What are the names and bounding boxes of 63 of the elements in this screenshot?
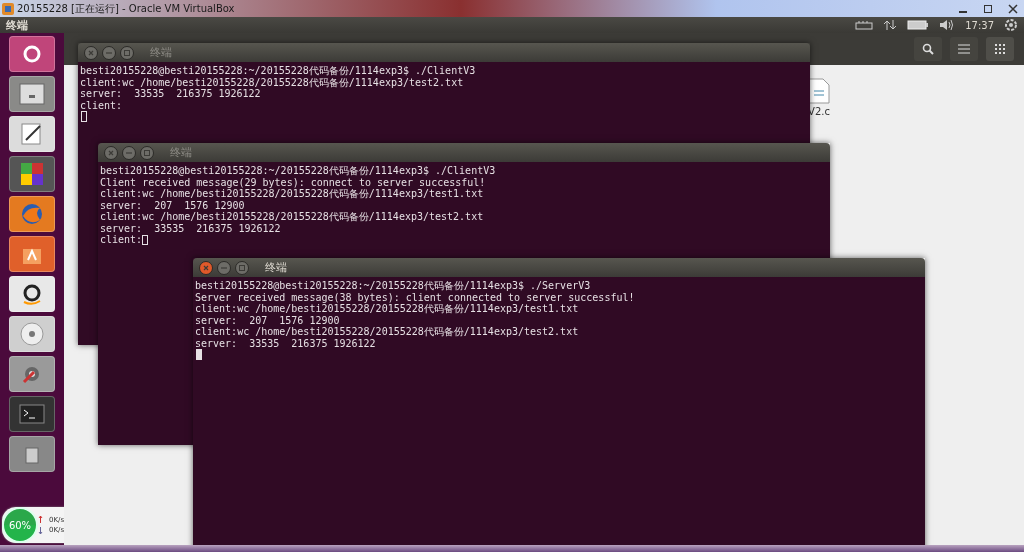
terminal-line: server: 33535 216375 1926122 bbox=[195, 337, 376, 349]
app-icon bbox=[2, 2, 14, 15]
up-down-arrows-icon bbox=[38, 515, 43, 535]
battery-icon[interactable] bbox=[907, 20, 930, 30]
text-editor-icon bbox=[20, 122, 44, 146]
terminal-line: server: 207 1576 12900 bbox=[195, 314, 340, 326]
terminal-line: client:wc /home/besti20155228/20155228代码备份/1114exp3/test2.txt bbox=[100, 211, 484, 223]
power-gear-icon[interactable] bbox=[1004, 18, 1018, 32]
maximize-icon bbox=[124, 49, 130, 56]
clock[interactable]: 17:37 bbox=[965, 19, 994, 31]
terminal-line: server: 33535 216375 1926122 bbox=[80, 88, 261, 100]
list-icon bbox=[958, 44, 970, 54]
app-name: 终端 bbox=[6, 17, 29, 33]
close-icon bbox=[108, 149, 114, 156]
volume-icon[interactable] bbox=[939, 19, 956, 31]
terminal-line: client:wc /home/besti20155228/20155228代码备份/1114exp3/test1.txt bbox=[100, 188, 484, 200]
window-title: 20155228 [正在运行] - Oracle VM VirtualBox bbox=[17, 1, 236, 16]
minimize-icon bbox=[106, 49, 112, 56]
terminal-line: client:wc /home/besti20155228/20155228代码备份/1114exp3/test2.txt bbox=[195, 326, 579, 338]
terminal-title: 终端 bbox=[170, 145, 192, 160]
network-icon[interactable] bbox=[883, 19, 898, 31]
list-view-button[interactable] bbox=[950, 37, 978, 61]
minimize-icon bbox=[958, 10, 968, 13]
browser-icon bbox=[20, 202, 44, 226]
file-icon[interactable] bbox=[808, 78, 830, 104]
terminal-icon bbox=[19, 404, 45, 424]
disc-icon bbox=[19, 321, 45, 347]
file-cabinet-icon bbox=[19, 83, 45, 105]
terminal-title: 终端 bbox=[265, 260, 287, 275]
close-button[interactable] bbox=[199, 260, 213, 275]
terminal-line: besti20155228@besti20155228:~/20155228代码备份/1114exp3$ ./ClientV3 bbox=[100, 165, 496, 177]
terminal-line: besti20155228@besti20155228:~/20155228代码备份/1114exp3$ ./ServerV3 bbox=[195, 280, 591, 292]
launcher-item[interactable] bbox=[9, 276, 55, 312]
terminal-line: client:wc /home/besti20155228/20155228代码备份/1114exp3/test2.txt bbox=[80, 76, 464, 88]
launcher-item[interactable] bbox=[9, 116, 55, 152]
terminal-line: client: bbox=[100, 234, 143, 246]
terminal-line: client:wc /home/besti20155228/20155228代码备份/1114exp3/test1.txt bbox=[195, 303, 579, 315]
ubuntu-logo-icon bbox=[21, 43, 43, 65]
search-icon bbox=[922, 43, 934, 55]
maximize-button[interactable] bbox=[140, 145, 154, 160]
terminal-line: besti20155228@besti20155228:~/20155228代码备份/1114exp3$ ./ClientV3 bbox=[80, 65, 476, 77]
close-icon bbox=[1008, 3, 1018, 14]
terminal-title: 终端 bbox=[150, 45, 172, 60]
terminal-line: Server received message(38 bytes): client connected to server successful! bbox=[195, 291, 635, 303]
maximize-button[interactable] bbox=[120, 45, 134, 60]
terminal-line: server: 207 1576 12900 bbox=[100, 199, 245, 211]
search-button[interactable] bbox=[914, 37, 942, 61]
restore-icon bbox=[983, 3, 993, 14]
terminal-line: client: bbox=[80, 99, 123, 111]
maximize-icon bbox=[239, 264, 245, 271]
close-icon bbox=[203, 264, 209, 271]
maximize-icon bbox=[144, 149, 150, 156]
keyboard-icon[interactable] bbox=[855, 20, 874, 30]
close-icon bbox=[88, 49, 94, 56]
terminal-line: server: 33535 216375 1926122 bbox=[100, 222, 281, 234]
grid-view-button[interactable] bbox=[986, 37, 1014, 61]
grid-icon bbox=[994, 43, 1006, 55]
terminal-line: Client received message(29 bytes): connect to server successful! bbox=[100, 176, 486, 188]
maximize-button[interactable] bbox=[235, 260, 249, 275]
memory-gauge: 60% bbox=[2, 507, 38, 543]
minimize-icon bbox=[126, 149, 132, 156]
minimize-icon bbox=[221, 264, 227, 271]
office-grid-icon bbox=[20, 162, 44, 186]
